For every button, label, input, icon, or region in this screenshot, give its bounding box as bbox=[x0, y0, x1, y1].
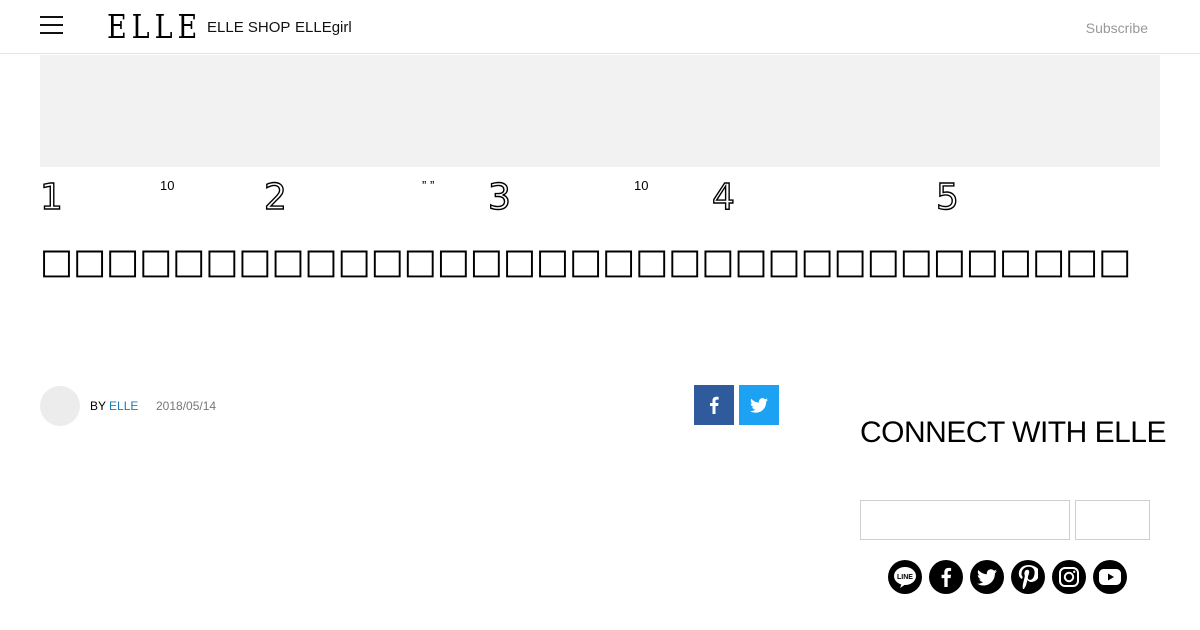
author-link[interactable]: ELLE bbox=[109, 399, 138, 413]
social-facebook-button[interactable] bbox=[929, 560, 963, 594]
ranking-list: 1 10 2 ” ” 3 10 4 5 bbox=[39, 170, 1160, 230]
newsletter-email-input[interactable] bbox=[860, 500, 1070, 540]
ranking-number: 5 bbox=[935, 177, 959, 218]
byline-prefix: BY bbox=[90, 399, 107, 413]
byline: BY ELLE bbox=[90, 398, 138, 414]
menu-icon[interactable] bbox=[40, 14, 63, 36]
social-twitter-button[interactable] bbox=[970, 560, 1004, 594]
social-instagram-button[interactable] bbox=[1052, 560, 1086, 594]
ranking-number: 3 bbox=[487, 177, 511, 218]
ranking-number: 2 bbox=[263, 177, 287, 218]
ranking-item-5[interactable]: 5 bbox=[935, 170, 1160, 230]
pinterest-icon bbox=[1018, 565, 1038, 589]
twitter-icon bbox=[977, 568, 997, 585]
ranking-text: ” ” bbox=[422, 178, 435, 193]
site-logo[interactable]: ELLE bbox=[107, 9, 202, 45]
share-facebook-button[interactable] bbox=[694, 385, 734, 425]
facebook-icon bbox=[941, 567, 952, 587]
nav-link-elle-shop[interactable]: ELLE SHOP bbox=[207, 18, 290, 38]
ranking-text: 10 bbox=[634, 178, 649, 193]
ranking-item-4[interactable]: 4 bbox=[711, 170, 936, 230]
connect-title: CONNECT WITH ELLE bbox=[860, 416, 1167, 449]
ranking-item-2[interactable]: 2 ” ” bbox=[263, 170, 488, 230]
ranking-item-3[interactable]: 3 10 bbox=[487, 170, 712, 230]
twitter-icon bbox=[750, 397, 768, 413]
newsletter-submit-button[interactable] bbox=[1075, 500, 1150, 540]
ranking-item-1[interactable]: 1 10 bbox=[39, 170, 264, 230]
nav-link-ellegirl[interactable]: ELLEgirl bbox=[295, 18, 352, 38]
author-avatar bbox=[40, 386, 80, 426]
facebook-icon bbox=[710, 396, 719, 414]
social-line-button[interactable]: LINE bbox=[888, 560, 922, 594]
publish-date: 2018/05/14 bbox=[156, 399, 217, 413]
article-headline: □□□□□□□□□□□□□□□□□□□□□□□□□□□□□□□□□ bbox=[40, 242, 1132, 282]
ranking-number: 4 bbox=[711, 177, 735, 218]
ranking-number: 1 bbox=[39, 177, 63, 218]
ad-placeholder bbox=[40, 55, 1160, 167]
site-header: ELLE ELLE SHOP ELLEgirl Subscribe bbox=[0, 0, 1200, 54]
ranking-text: 10 bbox=[160, 178, 175, 193]
youtube-icon bbox=[1099, 569, 1121, 585]
subscribe-link[interactable]: Subscribe bbox=[1086, 18, 1148, 38]
line-icon: LINE bbox=[894, 567, 916, 588]
social-pinterest-button[interactable] bbox=[1011, 560, 1045, 594]
svg-text:LINE: LINE bbox=[897, 574, 913, 581]
share-twitter-button[interactable] bbox=[739, 385, 779, 425]
social-youtube-button[interactable] bbox=[1093, 560, 1127, 594]
instagram-icon bbox=[1059, 567, 1079, 587]
